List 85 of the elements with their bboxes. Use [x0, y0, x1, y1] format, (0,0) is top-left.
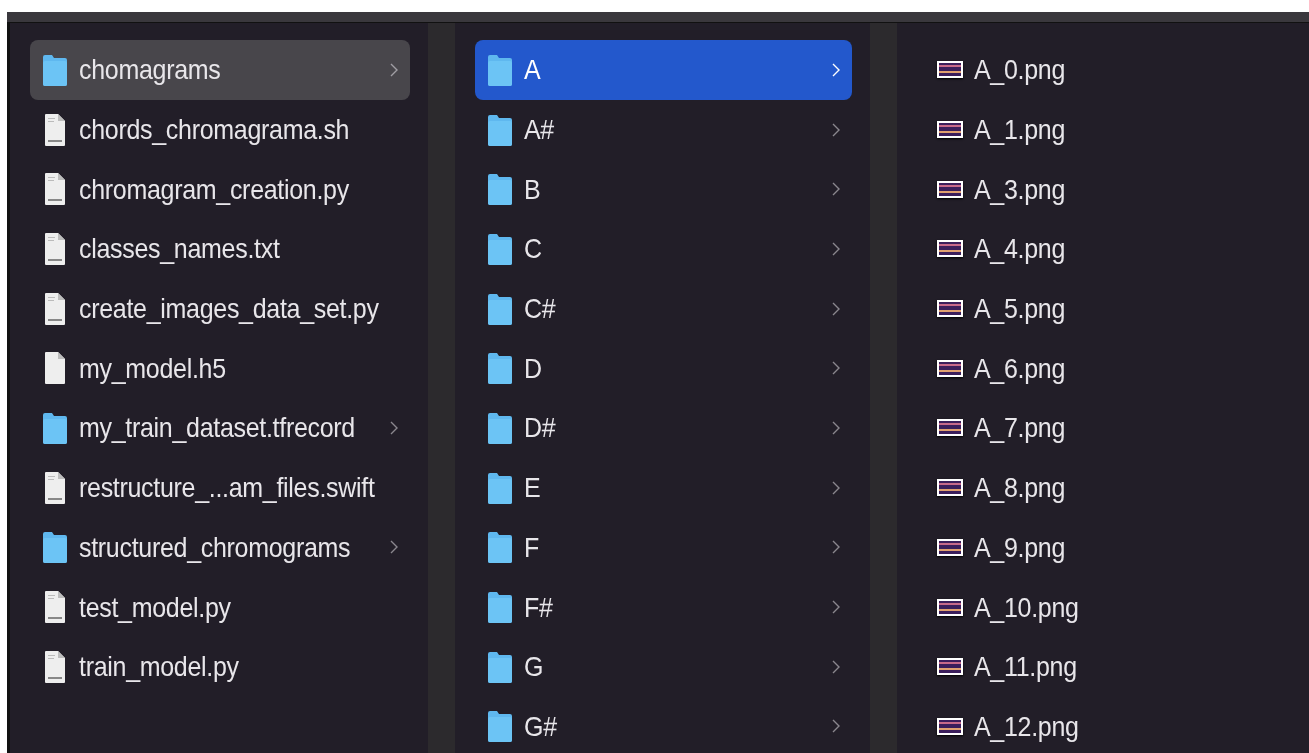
document-icon — [42, 590, 68, 625]
chevron-right-icon — [832, 301, 840, 316]
file-row[interactable]: A_7.png — [925, 398, 1291, 458]
document-icon — [42, 231, 68, 266]
file-row[interactable]: test_model.py — [30, 577, 410, 637]
folder-icon — [487, 709, 513, 744]
chevron-right-icon — [390, 540, 398, 555]
chevron-right-icon — [390, 62, 398, 77]
folder-icon — [487, 112, 513, 147]
file-row[interactable]: classes_names.txt — [30, 219, 410, 279]
file-row[interactable]: train_model.py — [30, 636, 410, 697]
file-row[interactable]: A_5.png — [925, 278, 1291, 339]
chevron-right-icon — [390, 420, 398, 435]
image-thumbnail-icon — [937, 61, 963, 79]
file-row[interactable]: C# — [475, 278, 852, 339]
image-thumbnail-icon — [937, 717, 963, 735]
file-row[interactable]: A_11.png — [925, 636, 1291, 697]
chevron-right-icon — [832, 480, 840, 495]
chevron-right-icon — [832, 122, 840, 137]
folder-icon — [42, 530, 68, 565]
file-row[interactable]: A_6.png — [925, 338, 1291, 399]
file-row[interactable]: A — [475, 40, 852, 100]
file-row[interactable]: D# — [475, 398, 852, 458]
image-thumbnail-icon — [937, 419, 963, 437]
file-row[interactable]: A_12.png — [925, 696, 1291, 753]
image-thumbnail-icon — [937, 180, 963, 198]
file-row[interactable]: D — [475, 338, 852, 399]
folder-icon — [487, 231, 513, 266]
file-row[interactable]: structured_chromograms — [30, 517, 410, 578]
image-thumbnail-icon — [937, 479, 963, 497]
chevron-right-icon — [832, 420, 840, 435]
document-icon — [42, 291, 68, 326]
image-thumbnail-icon — [937, 240, 963, 258]
image-thumbnail-icon — [937, 300, 963, 318]
document-icon — [42, 470, 68, 505]
folder-icon — [487, 590, 513, 625]
chevron-right-icon — [832, 182, 840, 197]
file-row[interactable]: A_1.png — [925, 99, 1291, 160]
file-row[interactable]: A_4.png — [925, 219, 1291, 279]
chevron-right-icon — [832, 241, 840, 256]
file-row[interactable]: G — [475, 636, 852, 697]
file-row[interactable]: create_images_data_set.py — [30, 278, 410, 339]
folder-icon — [487, 52, 513, 87]
file-row[interactable]: my_model.h5 — [30, 338, 410, 399]
image-thumbnail-icon — [937, 121, 963, 139]
file-row[interactable]: A_8.png — [925, 457, 1291, 518]
image-thumbnail-icon — [937, 359, 963, 377]
image-thumbnail-icon — [937, 538, 963, 556]
chevron-right-icon — [832, 62, 840, 77]
folder-icon — [487, 351, 513, 386]
file-row[interactable]: my_train_dataset.tfrecord — [30, 398, 410, 458]
file-row[interactable]: A_9.png — [925, 517, 1291, 578]
folder-icon — [487, 172, 513, 207]
file-row[interactable]: chords_chromagrama.sh — [30, 99, 410, 160]
file-row[interactable]: B — [475, 159, 852, 220]
file-row[interactable]: A_10.png — [925, 577, 1291, 637]
image-thumbnail-icon — [937, 598, 963, 616]
chevron-right-icon — [832, 719, 840, 734]
file-row[interactable]: F — [475, 517, 852, 578]
file-row[interactable]: restructure_...am_files.swift — [30, 457, 410, 518]
file-row[interactable]: chromagram_creation.py — [30, 159, 410, 220]
document-icon — [42, 112, 68, 147]
chevron-right-icon — [832, 600, 840, 615]
folder-icon — [42, 410, 68, 445]
image-thumbnail-icon — [937, 658, 963, 676]
chevron-right-icon — [832, 361, 840, 376]
folder-icon — [487, 649, 513, 684]
file-row[interactable]: G# — [475, 696, 852, 753]
folder-icon — [487, 410, 513, 445]
chevron-right-icon — [832, 659, 840, 674]
folder-icon — [42, 52, 68, 87]
file-row[interactable]: A_3.png — [925, 159, 1291, 220]
file-row[interactable]: chomagrams — [30, 40, 410, 100]
folder-icon — [487, 470, 513, 505]
file-row[interactable]: A_0.png — [925, 40, 1291, 100]
folder-icon — [487, 530, 513, 565]
file-row[interactable]: A# — [475, 99, 852, 160]
folder-icon — [487, 291, 513, 326]
file-row[interactable]: C — [475, 219, 852, 279]
chevron-right-icon — [832, 540, 840, 555]
file-row[interactable]: F# — [475, 577, 852, 637]
file-row[interactable]: E — [475, 457, 852, 518]
document-icon — [42, 351, 68, 386]
document-icon — [42, 649, 68, 684]
document-icon — [42, 172, 68, 207]
